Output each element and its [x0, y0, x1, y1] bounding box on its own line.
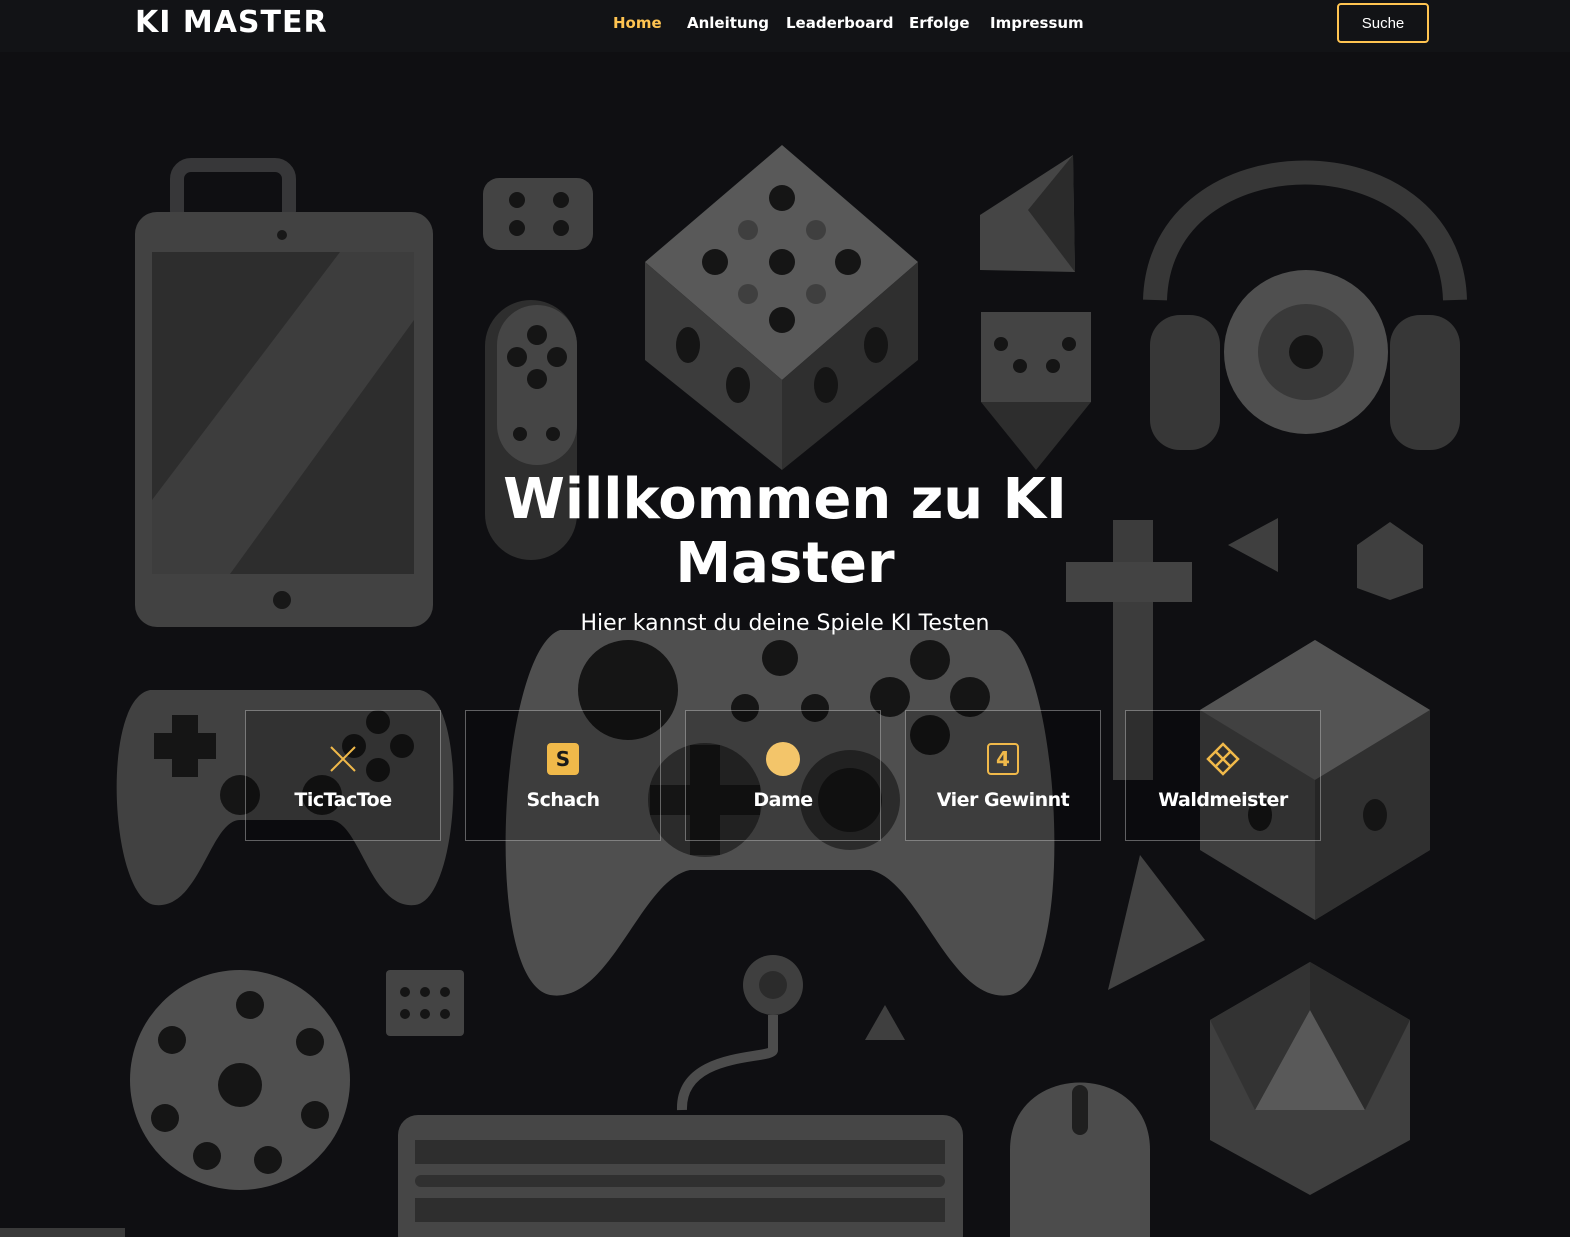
nav-erfolge[interactable]: Erfolge — [909, 14, 970, 32]
hero-subtitle: Hier kannst du deine Spiele KI Testen — [580, 611, 990, 636]
site-header: KI MASTER Home Anleitung Leaderboard Erf… — [0, 0, 1570, 52]
game-card-schach[interactable]: S Schach — [465, 710, 661, 841]
game-label: Vier Gewinnt — [936, 789, 1070, 811]
game-card-vier-gewinnt[interactable]: 4 Vier Gewinnt — [905, 710, 1101, 841]
search-button[interactable]: Suche — [1337, 3, 1429, 43]
s-badge-icon: S — [545, 741, 581, 777]
site-logo[interactable]: KI MASTER — [135, 5, 328, 40]
nav-impressum[interactable]: Impressum — [990, 14, 1084, 32]
nav-leaderboard[interactable]: Leaderboard — [786, 14, 893, 32]
x-icon — [325, 741, 361, 777]
scrollbar-fragment — [0, 1228, 125, 1237]
circle-icon — [765, 741, 801, 777]
number-4-icon: 4 — [985, 741, 1021, 777]
game-label: TicTacToe — [294, 789, 392, 811]
game-label: Waldmeister — [1158, 789, 1288, 811]
hero-title: Willkommen zu KI Master — [503, 467, 1067, 596]
nav-home[interactable]: Home — [613, 14, 662, 32]
game-label: Dame — [753, 789, 813, 811]
game-card-waldmeister[interactable]: Waldmeister — [1125, 710, 1321, 841]
game-card-dame[interactable]: Dame — [685, 710, 881, 841]
hero-section: Willkommen zu KI Master Hier kannst du d… — [0, 467, 1570, 637]
diamond-grid-icon — [1205, 741, 1241, 777]
game-label: Schach — [526, 789, 600, 811]
game-card-tictactoe[interactable]: TicTacToe — [245, 710, 441, 841]
nav-anleitung[interactable]: Anleitung — [687, 14, 769, 32]
